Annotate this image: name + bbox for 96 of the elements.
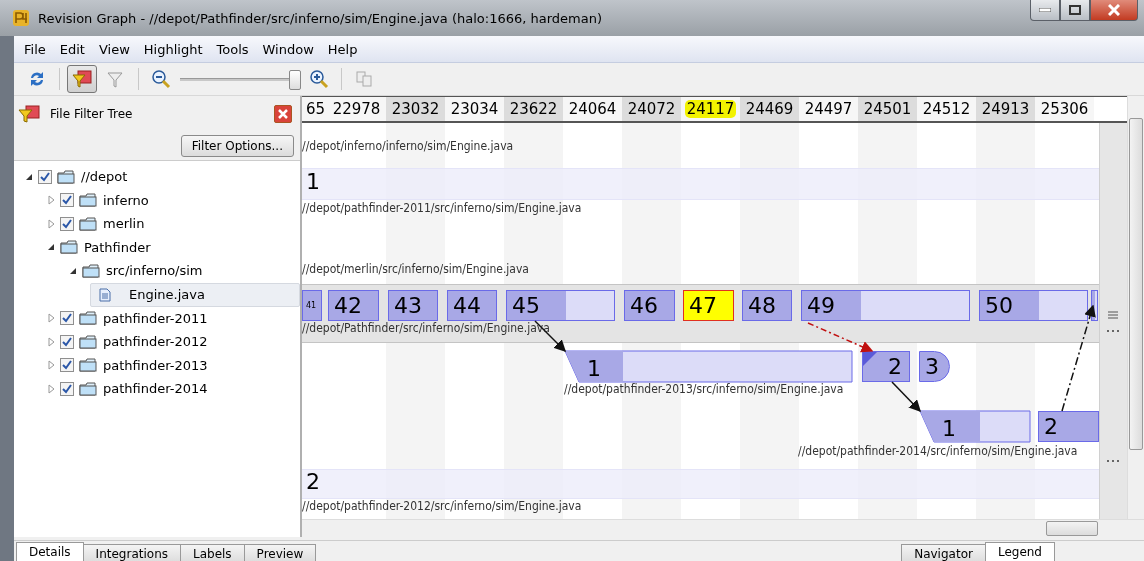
folder-icon (82, 263, 100, 278)
branch-path: //depot/pathfinder-2014/src/inferno/sim/Engine.java (798, 444, 1078, 458)
folder-icon (79, 193, 97, 208)
app-logo-icon (12, 9, 30, 27)
close-icon[interactable] (274, 105, 292, 123)
collapse-icon[interactable] (46, 242, 56, 253)
tree-item[interactable]: src/inferno/sim (106, 263, 203, 279)
copy-icon (354, 69, 374, 89)
menu-item[interactable]: Highlight (139, 41, 213, 57)
folder-icon (79, 334, 97, 349)
revision-node[interactable]: 1 (920, 411, 1030, 442)
menu-item[interactable]: Tools (212, 41, 259, 57)
checkbox[interactable] (60, 193, 74, 208)
tree-item[interactable]: pathfinder-2013 (103, 357, 208, 373)
more-icon[interactable] (1106, 329, 1120, 333)
revision-node[interactable]: 44 (447, 290, 497, 321)
minimize-button[interactable] (1030, 0, 1060, 21)
zoom-slider[interactable] (180, 68, 300, 90)
branch-path: //depot/merlin/src/inferno/sim/Engine.java (302, 262, 529, 276)
branch-path: //depot/pathfinder-2011/src/inferno/sim/Engine.java (302, 201, 582, 215)
window-title: Revision Graph - //depot/Pathfinder/src/inferno/sim/Engine.java (halo:1666, hardeman) (38, 10, 603, 26)
corner-triangle-icon (863, 352, 877, 366)
folder-icon (79, 216, 97, 231)
revision-number: 1 (306, 169, 320, 194)
expand-icon[interactable] (46, 383, 56, 394)
menu-item[interactable]: Edit (55, 41, 95, 57)
folder-icon (79, 311, 97, 326)
funnel-icon (106, 69, 126, 89)
revision-node[interactable]: 47 (683, 290, 734, 321)
revision-node[interactable]: 43 (388, 290, 438, 321)
checkbox[interactable] (60, 358, 74, 373)
expand-icon[interactable] (46, 218, 56, 229)
expand-icon[interactable] (46, 313, 56, 324)
tree-item[interactable]: merlin (103, 216, 145, 232)
folder-icon (60, 240, 78, 255)
expand-icon[interactable] (46, 195, 56, 206)
checkbox[interactable] (60, 381, 74, 396)
expand-icon[interactable] (46, 360, 56, 371)
filter-icon (18, 104, 40, 124)
folder-icon (79, 358, 97, 373)
revision-node[interactable]: 48 (742, 290, 792, 321)
revision-node[interactable]: 41 (302, 290, 322, 321)
maximize-button[interactable] (1060, 0, 1090, 21)
revision-node[interactable] (1091, 290, 1098, 321)
revision-node[interactable]: 49 (801, 290, 970, 321)
branch-path: //depot/pathfinder-2013/src/inferno/sim/Engine.java (564, 382, 844, 396)
panel-title: File Filter Tree (50, 107, 134, 121)
filter-button[interactable] (67, 65, 97, 93)
revision-node[interactable]: 45 (506, 290, 615, 321)
expand-icon[interactable] (46, 336, 56, 347)
filter-icon (72, 69, 92, 89)
checkbox[interactable] (38, 169, 52, 184)
close-icon (1108, 4, 1120, 16)
menu-item[interactable]: Help (323, 41, 368, 57)
tree-item[interactable]: Engine.java (90, 282, 300, 307)
close-button[interactable] (1090, 0, 1138, 21)
zoom-in-icon (309, 69, 329, 89)
revision-node[interactable]: 2 (1038, 411, 1099, 442)
checkbox[interactable] (60, 334, 74, 349)
tab[interactable]: Preview (243, 544, 317, 561)
branch-path: //depot/inferno/inferno/sim/Engine.java (302, 139, 514, 153)
tree-item[interactable]: pathfinder-2012 (103, 334, 208, 350)
revision-node[interactable]: 1 (565, 351, 852, 382)
revision-number: 2 (306, 469, 320, 494)
revision-node[interactable]: 2 (862, 351, 910, 382)
tree-item[interactable]: pathfinder-2011 (103, 310, 208, 326)
revision-node[interactable]: 50 (979, 290, 1088, 321)
tab[interactable]: Legend (984, 542, 1055, 561)
tab[interactable]: Details (16, 542, 84, 561)
revision-node[interactable]: 42 (328, 290, 379, 321)
vertical-scrollbar[interactable] (1127, 96, 1144, 519)
tab[interactable]: Navigator (901, 544, 986, 561)
revision-node[interactable]: 46 (624, 290, 675, 321)
filter-options-button[interactable]: Filter Options... (180, 135, 294, 157)
menu-item[interactable]: File (20, 41, 56, 57)
maximize-icon (1069, 5, 1081, 15)
branch-path: //depot/pathfinder-2012/src/inferno/sim/Engine.java (302, 499, 582, 513)
folder-icon (57, 169, 75, 184)
checkbox[interactable] (60, 216, 74, 231)
tab[interactable]: Labels (180, 544, 245, 561)
horizontal-scrollbar[interactable] (302, 519, 1144, 537)
more-icon[interactable] (1106, 459, 1120, 463)
revision-node[interactable]: 3 (919, 351, 950, 382)
checkbox[interactable] (60, 311, 74, 326)
tree-item[interactable]: pathfinder-2014 (103, 381, 208, 397)
folder-icon (79, 381, 97, 396)
tree-item[interactable]: //depot (81, 169, 128, 185)
tab[interactable]: Integrations (82, 544, 181, 561)
tree-item[interactable]: Pathfinder (84, 239, 151, 255)
menu-item[interactable]: Window (258, 41, 324, 57)
menu-item[interactable]: View (94, 41, 140, 57)
zoom-out-icon (151, 69, 171, 89)
file-icon (99, 287, 111, 302)
tree-item[interactable]: inferno (103, 192, 149, 208)
revision-header[interactable]: 24117 (684, 100, 737, 118)
minimize-icon (1039, 8, 1051, 12)
